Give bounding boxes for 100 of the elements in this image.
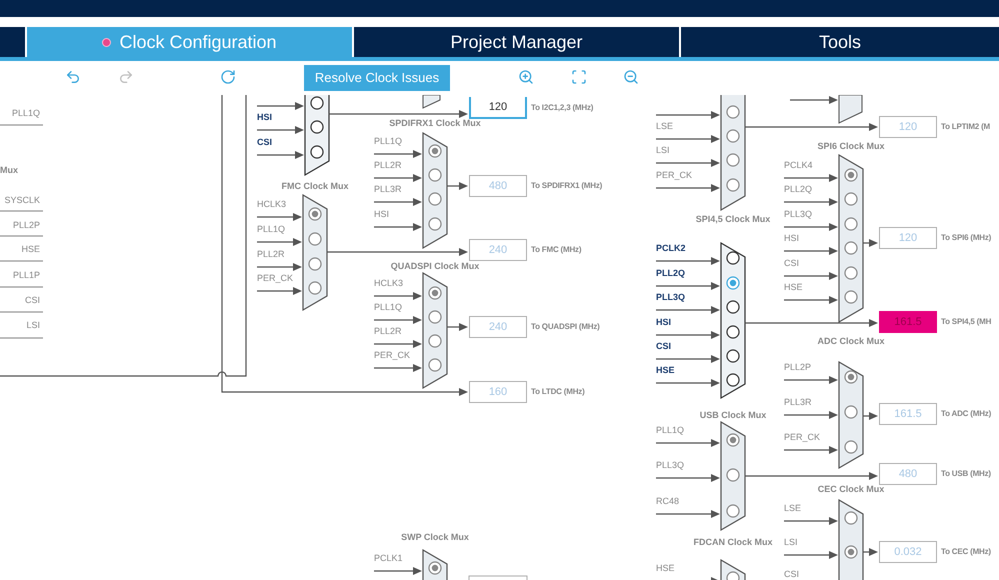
frequency-field[interactable]: 240 — [469, 316, 527, 338]
input-label: PER_CK — [257, 272, 294, 285]
input-arrow — [374, 198, 422, 206]
radio-button[interactable] — [308, 257, 322, 271]
radio-button[interactable] — [726, 325, 740, 339]
radio-button[interactable] — [844, 266, 858, 280]
input-arrow — [257, 238, 302, 246]
input-arrow — [374, 150, 422, 158]
radio-button[interactable] — [726, 300, 740, 314]
clock-source-label: SYSCLK — [4, 194, 40, 207]
input-arrow — [784, 517, 838, 525]
radio-button[interactable] — [428, 168, 442, 182]
radio-button[interactable] — [844, 440, 858, 454]
radio-button[interactable] — [308, 207, 322, 221]
radio-button[interactable] — [844, 241, 858, 255]
tab[interactable]: Project Manager — [354, 27, 679, 57]
redo-icon[interactable] — [118, 69, 134, 85]
radio-button[interactable] — [726, 468, 740, 482]
refresh-icon[interactable] — [220, 69, 236, 85]
mux-title: FMC Clock Mux — [282, 180, 348, 193]
tab[interactable]: Tools — [681, 27, 999, 57]
zoom-in-icon[interactable] — [518, 69, 534, 85]
frequency-field[interactable]: 120 — [879, 227, 937, 249]
input-arrow — [656, 306, 720, 314]
frequency-field[interactable]: 120 — [469, 97, 527, 119]
input-label: HCLK3 — [257, 198, 286, 211]
frequency-field[interactable]: 240 — [469, 239, 527, 261]
radio-button[interactable] — [308, 232, 322, 246]
radio-button[interactable] — [428, 561, 442, 575]
input-label: PLL3R — [784, 396, 812, 409]
output-label: To USB (MHz) — [941, 468, 991, 480]
radio-button[interactable] — [428, 334, 442, 348]
input-label: PLL3Q — [784, 208, 812, 221]
tab[interactable]: Clock Configuration — [27, 27, 352, 57]
frequency-field[interactable]: 161.5 — [879, 403, 937, 425]
radio-button[interactable] — [844, 405, 858, 419]
radio-button[interactable] — [844, 192, 858, 206]
radio-button[interactable] — [844, 511, 858, 525]
input-label: PCLK4 — [784, 159, 813, 172]
radio-button[interactable] — [428, 310, 442, 324]
input-arrow — [656, 135, 720, 143]
input-arrow — [784, 411, 838, 419]
input-label: LSE — [656, 120, 674, 133]
input-arrow — [374, 292, 422, 300]
resolve-clock-issues-button[interactable]: Resolve Clock Issues — [304, 65, 450, 91]
input-label: PLL1Q — [257, 223, 286, 236]
radio-button[interactable] — [844, 168, 858, 182]
radio-button[interactable] — [428, 144, 442, 158]
radio-button[interactable] — [428, 286, 442, 300]
radio-button[interactable] — [428, 358, 442, 372]
frequency-field[interactable]: 0.032 — [879, 541, 937, 563]
radio-button[interactable] — [726, 373, 740, 387]
radio-button[interactable] — [726, 504, 740, 518]
radio-button[interactable] — [726, 105, 740, 119]
radio-button[interactable] — [428, 192, 442, 206]
fit-to-screen-icon[interactable] — [571, 69, 587, 85]
input-arrow — [656, 111, 720, 119]
radio-button[interactable] — [844, 370, 858, 384]
input-arrow — [257, 213, 302, 221]
output-label: To LPTIM2 (M — [941, 121, 990, 133]
radio-button[interactable] — [726, 178, 740, 192]
input-label: PER_CK — [656, 169, 692, 182]
radio-button[interactable] — [844, 545, 858, 559]
frequency-field[interactable]: 120 — [879, 116, 937, 138]
radio-button[interactable] — [726, 433, 740, 447]
output-label: To SPDIFRX1 (MHz) — [531, 180, 602, 192]
radio-button[interactable] — [844, 217, 858, 231]
radio-button[interactable] — [310, 96, 324, 110]
input-arrow — [257, 287, 302, 295]
input-arrow — [784, 551, 838, 559]
output-label: To LTDC (MHz) — [531, 386, 585, 398]
frequency-field[interactable]: 480 — [879, 463, 937, 485]
mux-title: Mux — [0, 164, 18, 177]
radio-button[interactable] — [726, 349, 740, 363]
input-arrow — [374, 316, 422, 324]
zoom-out-icon[interactable] — [623, 69, 639, 85]
input-arrow — [656, 474, 720, 482]
mux-title: CEC Clock Mux — [818, 483, 884, 496]
radio-button[interactable] — [726, 571, 740, 580]
frequency-field[interactable]: 161.5 — [879, 311, 937, 333]
input-arrow — [784, 272, 838, 280]
input-arrow — [374, 223, 422, 231]
input-label: LSE — [784, 502, 802, 515]
input-label: PLL2R — [374, 159, 402, 172]
radio-button[interactable] — [310, 145, 324, 159]
frequency-field[interactable]: 160 — [469, 381, 527, 403]
input-arrow — [656, 282, 720, 290]
input-arrow — [656, 439, 720, 447]
radio-button[interactable] — [726, 153, 740, 167]
input-label: PLL1Q — [374, 301, 402, 314]
radio-button[interactable] — [844, 290, 858, 304]
radio-button[interactable] — [726, 251, 740, 265]
radio-button[interactable] — [308, 281, 322, 295]
radio-button[interactable] — [726, 129, 740, 143]
radio-button[interactable] — [428, 217, 442, 231]
radio-button[interactable] — [310, 120, 324, 134]
frequency-field[interactable]: 480 — [469, 175, 527, 197]
undo-icon[interactable] — [65, 69, 81, 85]
radio-button[interactable] — [726, 276, 740, 290]
connector-arrowhead — [459, 388, 468, 396]
